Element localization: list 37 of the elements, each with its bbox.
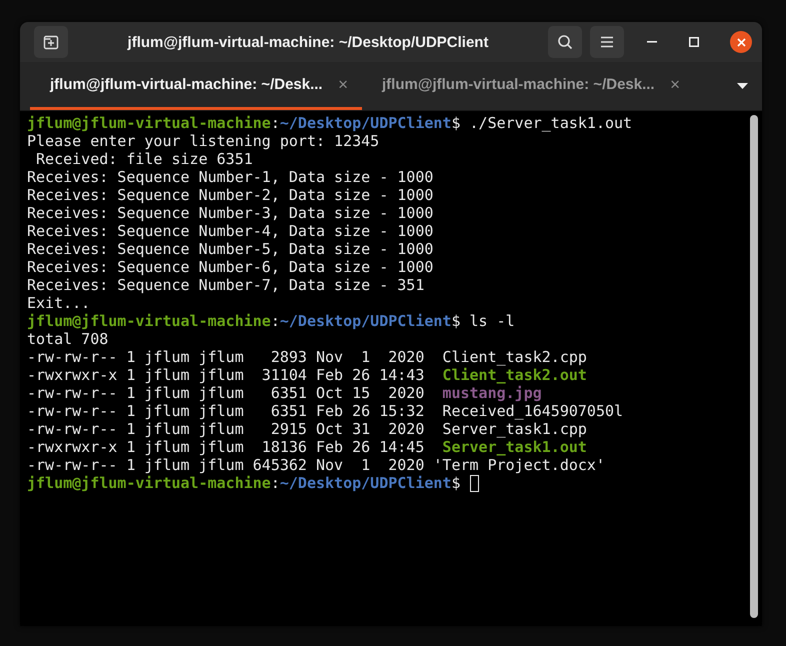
file-listing-line: -rw-rw-r-- 1 jflum jflum 6351 Feb 26 15:32 Received_1645907050l — [27, 402, 624, 420]
output-line: Receives: Sequence Number-6, Data size - 1000 — [27, 258, 434, 276]
close-button[interactable] — [730, 31, 752, 53]
file-listing-line: -rwxrwxr-x 1 jflum jflum 31104 Feb 26 14:43 Client_task2.out — [27, 366, 587, 384]
menu-icon — [600, 36, 614, 48]
output-line: Received: file size 6351 — [35, 150, 253, 168]
tab-close-button[interactable]: × — [670, 74, 680, 94]
output-line: Receives: Sequence Number-4, Data size - 1000 — [27, 222, 434, 240]
prompt-line: jflum@jflum-virtual-machine:~/Desktop/UDPClient$ ls -l — [27, 312, 515, 330]
search-icon — [557, 34, 573, 50]
prompt-line: jflum@jflum-virtual-machine:~/Desktop/UDPClient$ ./Server_task1.out — [27, 114, 632, 132]
menu-button[interactable] — [590, 26, 624, 58]
file-listing-line: -rwxrwxr-x 1 jflum jflum 18136 Feb 26 14:45 Server_task1.out — [27, 438, 587, 456]
file-listing-line: -rw-rw-r-- 1 jflum jflum 645362 Nov 1 2020 'Term Project.docx' — [27, 456, 605, 474]
new-tab-button[interactable] — [34, 26, 68, 58]
output-line: Please enter your listening port: 12345 — [27, 132, 380, 150]
minimize-icon — [647, 41, 657, 43]
window-title: jflum@jflum-virtual-machine: ~/Desktop/UDPClient — [126, 34, 490, 50]
output-line: Receives: Sequence Number-3, Data size - 1000 — [27, 204, 434, 222]
new-tab-icon — [43, 34, 59, 50]
output-line: Receives: Sequence Number-1, Data size - 1000 — [27, 168, 434, 186]
file-listing-line: -rw-rw-r-- 1 jflum jflum 2915 Oct 31 2020 Server_task1.cpp — [27, 420, 587, 438]
terminal-tab[interactable]: jflum@jflum-virtual-machine: ~/Desk... × — [362, 62, 694, 110]
prompt-line: jflum@jflum-virtual-machine:~/Desktop/UDPClient$ — [27, 474, 460, 492]
output-line: total 708 — [27, 330, 108, 348]
file-listing-line: -rw-rw-r-- 1 jflum jflum 2893 Nov 1 2020 Client_task2.cpp — [27, 348, 587, 366]
output-line: Receives: Sequence Number-5, Data size - 1000 — [27, 240, 434, 258]
maximize-icon — [689, 37, 699, 47]
search-button[interactable] — [548, 26, 582, 58]
scrollbar[interactable] — [750, 115, 758, 618]
tab-close-button[interactable]: × — [338, 74, 348, 94]
file-listing-line: -rw-rw-r-- 1 jflum jflum 6351 Oct 15 2020 mustang.jpg — [27, 384, 542, 402]
output-line: Exit... — [27, 294, 90, 312]
caret-icon — [737, 83, 748, 89]
output-line: Receives: Sequence Number-7, Data size - 351 — [27, 276, 424, 294]
close-icon — [736, 38, 746, 46]
output-line: Receives: Sequence Number-2, Data size - 1000 — [27, 186, 434, 204]
